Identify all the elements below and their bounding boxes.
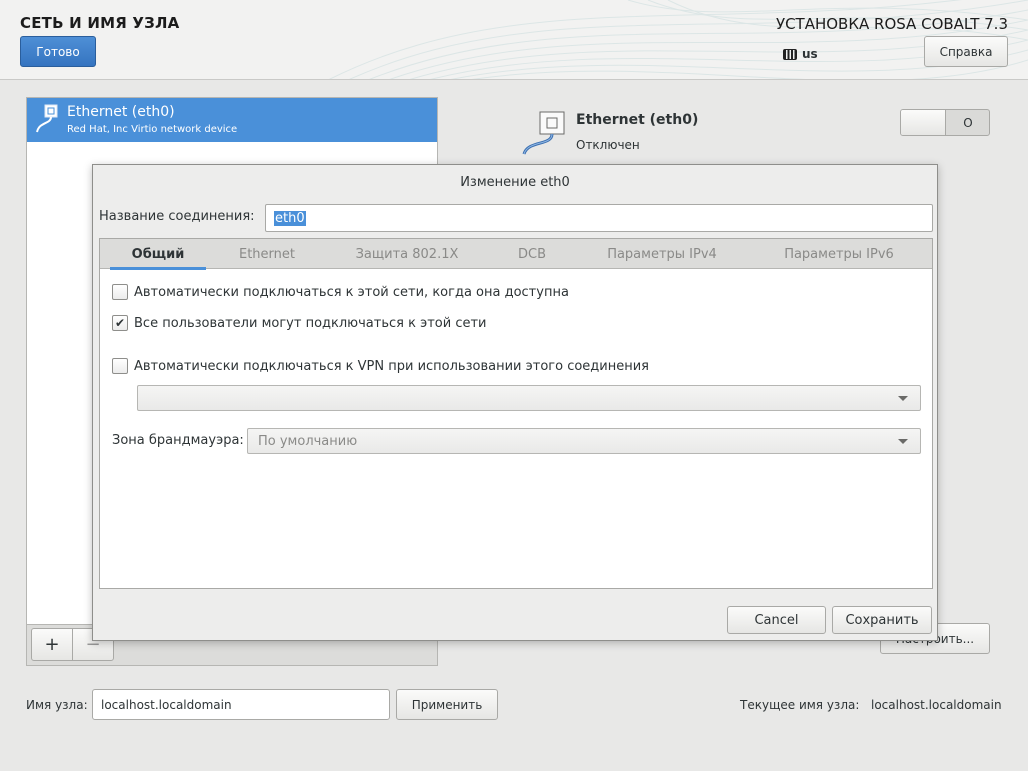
hostname-label: Имя узла:	[26, 698, 88, 712]
auto-connect-check-box	[112, 284, 128, 300]
auto-vpn-label: Автоматически подключаться к VPN при исп…	[134, 358, 649, 374]
header-bar: СЕТЬ И ИМЯ УЗЛА Готово УСТАНОВКА ROSA CO…	[0, 0, 1028, 80]
settings-notebook: Общий Ethernet Защита 802.1X DCB Парамет…	[99, 238, 933, 589]
apply-hostname-button[interactable]: Применить	[396, 689, 498, 720]
firewall-zone-label: Зона брандмауэра:	[112, 433, 244, 448]
page-title: СЕТЬ И ИМЯ УЗЛА	[20, 14, 180, 32]
connection-name-label: Название соединения:	[99, 209, 255, 224]
current-hostname-value: localhost.localdomain	[871, 698, 1002, 712]
all-users-checkbox[interactable]: ✔ Все пользователи могут подключаться к …	[112, 315, 487, 331]
tab-ipv4[interactable]: Параметры IPv4	[586, 239, 738, 269]
installer-title: УСТАНОВКА ROSA COBALT 7.3	[775, 15, 1008, 33]
device-list-item-eth0[interactable]: Ethernet (eth0) Red Hat, Inc Virtio netw…	[27, 98, 437, 142]
tab-ipv6[interactable]: Параметры IPv6	[760, 239, 918, 269]
edit-connection-dialog: Изменение eth0 Название соединения: eth0…	[92, 164, 938, 641]
hostname-input[interactable]: localhost.localdomain	[92, 689, 390, 720]
tab-dcb[interactable]: DCB	[500, 239, 564, 269]
chevron-down-icon	[898, 396, 908, 401]
device-description: Red Hat, Inc Virtio network device	[67, 124, 238, 135]
save-button[interactable]: Сохранить	[832, 606, 932, 634]
all-users-label: Все пользователи могут подключаться к эт…	[134, 315, 487, 331]
cancel-button[interactable]: Cancel	[727, 606, 826, 634]
tab-ethernet[interactable]: Ethernet	[220, 239, 314, 269]
tab-8021x-security[interactable]: Защита 802.1X	[336, 239, 478, 269]
keyboard-icon	[783, 48, 797, 60]
ethernet-device-icon	[522, 111, 565, 155]
connection-name-input[interactable]: eth0	[265, 204, 933, 232]
device-status: Отключен	[576, 138, 640, 152]
toggle-knob	[901, 110, 946, 135]
auto-vpn-checkbox[interactable]: Автоматически подключаться к VPN при исп…	[112, 358, 649, 374]
device-detail-name: Ethernet (eth0)	[576, 112, 699, 128]
auto-connect-checkbox[interactable]: Автоматически подключаться к этой сети, …	[112, 284, 569, 300]
current-hostname-label: Текущее имя узла:	[740, 698, 860, 712]
device-power-toggle[interactable]: O	[900, 109, 990, 136]
device-name: Ethernet (eth0)	[67, 104, 175, 120]
vpn-select[interactable]	[137, 385, 921, 411]
add-device-button[interactable]: +	[31, 628, 73, 661]
auto-connect-label: Автоматически подключаться к этой сети, …	[134, 284, 569, 300]
help-button[interactable]: Справка	[924, 36, 1008, 67]
tab-general[interactable]: Общий	[110, 239, 206, 270]
keyboard-layout-label: us	[802, 47, 818, 61]
keyboard-layout-indicator[interactable]: us	[783, 47, 818, 61]
toggle-state-label: O	[963, 115, 973, 130]
done-button[interactable]: Готово	[20, 36, 96, 67]
network-cable-icon	[36, 104, 58, 133]
auto-vpn-check-box	[112, 358, 128, 374]
dialog-title: Изменение eth0	[460, 175, 570, 190]
checkmark-icon: ✔	[112, 315, 128, 331]
connection-name-value: eth0	[274, 210, 306, 226]
tab-bar: Общий Ethernet Защита 802.1X DCB Парамет…	[100, 239, 932, 270]
chevron-down-icon	[898, 439, 908, 444]
firewall-zone-select[interactable]: По умолчанию	[247, 428, 921, 454]
firewall-zone-value: По умолчанию	[258, 433, 358, 449]
header-wave-decoration	[328, 0, 1028, 79]
